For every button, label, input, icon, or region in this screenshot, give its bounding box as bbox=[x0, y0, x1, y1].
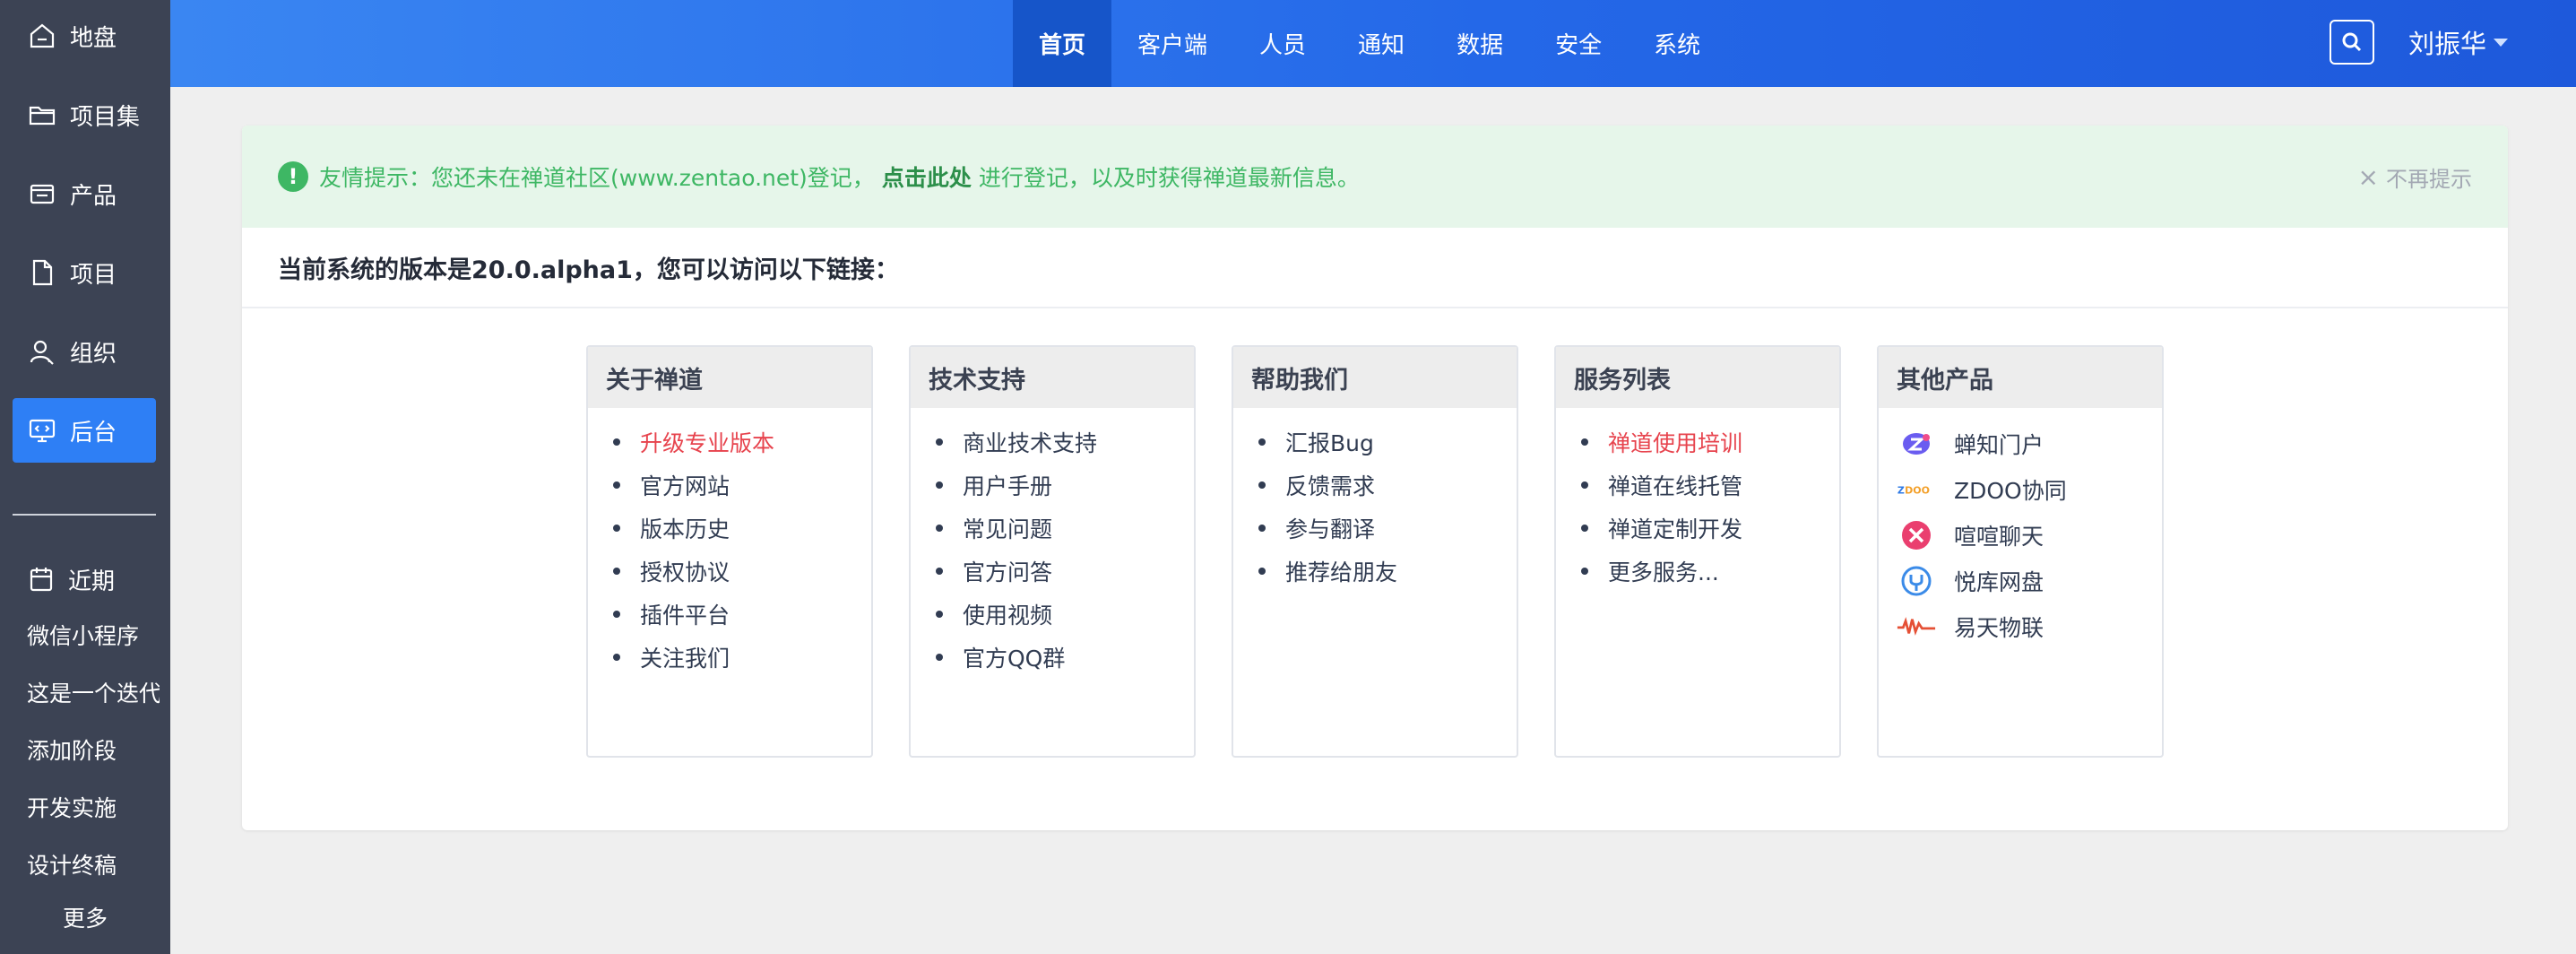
list-item[interactable]: 蝉知门户 bbox=[1897, 421, 2162, 466]
recent-icon bbox=[27, 565, 57, 595]
notice-text: 友情提示：您还未在禅道社区(www.zentao.net)登记， bbox=[319, 165, 875, 191]
sidebar-item-label: 项目 bbox=[70, 261, 117, 289]
list-item[interactable]: 常见问题 bbox=[936, 507, 1194, 550]
product-icon bbox=[27, 178, 57, 209]
list-item[interactable]: 升级专业版本 bbox=[613, 421, 871, 464]
list-item[interactable]: 关注我们 bbox=[613, 636, 871, 679]
user-menu[interactable]: 刘振华 bbox=[2408, 23, 2509, 61]
register-link[interactable]: 点击此处 bbox=[882, 160, 972, 193]
close-icon: × bbox=[2357, 161, 2379, 192]
main-panel: ! 友情提示：您还未在禅道社区(www.zentao.net)登记， 点击此处 … bbox=[242, 126, 2508, 830]
list-item[interactable]: 插件平台 bbox=[613, 593, 871, 636]
recent-item[interactable]: 设计终稿 bbox=[27, 846, 160, 904]
list-item[interactable]: 悦库网盘 bbox=[1897, 558, 2162, 603]
tab-data[interactable]: 数据 bbox=[1431, 0, 1529, 87]
version-line: 当前系统的版本是20.0.alpha1，您可以访问以下链接： bbox=[242, 228, 2508, 308]
svg-text:Z: Z bbox=[1897, 484, 1905, 496]
card-title: 技术支持 bbox=[911, 347, 1194, 408]
list-item[interactable]: 汇报Bug bbox=[1258, 421, 1517, 464]
dismiss-label: 不再提示 bbox=[2386, 166, 2472, 192]
recent-item[interactable]: 添加阶段 bbox=[27, 732, 160, 789]
zdoo-icon: Z DOO bbox=[1897, 476, 1936, 503]
sidebar-item-organization[interactable]: 组织 bbox=[13, 319, 156, 384]
list-item[interactable]: 禅道定制开发 bbox=[1581, 507, 1839, 550]
list-item[interactable]: 使用视频 bbox=[936, 593, 1194, 636]
recent-label: 近期 bbox=[68, 568, 116, 595]
folder-icon bbox=[27, 100, 57, 130]
tab-client[interactable]: 客户端 bbox=[1111, 0, 1233, 87]
sidebar-item-admin[interactable]: 后台 bbox=[13, 398, 156, 463]
list-item[interactable]: 参与翻译 bbox=[1258, 507, 1517, 550]
top-header: 首页 客户端 人员 通知 数据 安全 系统 bbox=[170, 0, 2576, 87]
dismiss-notice-button[interactable]: × 不再提示 bbox=[2358, 126, 2472, 228]
list-item[interactable]: 官方QQ群 bbox=[936, 636, 1194, 679]
search-icon bbox=[2342, 32, 2362, 52]
search-button[interactable] bbox=[2330, 20, 2374, 65]
sidebar-item-programs[interactable]: 项目集 bbox=[13, 82, 156, 147]
list-item[interactable]: 官方网站 bbox=[613, 464, 871, 507]
main-nav: 首页 客户端 人员 通知 数据 安全 系统 bbox=[1013, 0, 1726, 87]
sidebar-divider bbox=[13, 514, 156, 516]
card-help-us: 帮助我们 汇报Bug 反馈需求 参与翻译 推荐给朋友 bbox=[1232, 345, 1518, 758]
sidebar-item-label: 后台 bbox=[70, 419, 117, 447]
list-item[interactable]: 推荐给朋友 bbox=[1258, 550, 1517, 593]
user-icon bbox=[27, 336, 57, 367]
sidebar-item-projects[interactable]: 项目 bbox=[13, 240, 156, 305]
tab-people[interactable]: 人员 bbox=[1233, 0, 1332, 87]
sidebar-item-products[interactable]: 产品 bbox=[13, 161, 156, 226]
yueku-icon bbox=[1897, 566, 1936, 595]
home-icon bbox=[27, 21, 57, 51]
recent-item[interactable]: 微信小程序 bbox=[27, 617, 160, 674]
registration-notice: ! 友情提示：您还未在禅道社区(www.zentao.net)登记， 点击此处 … bbox=[242, 126, 2508, 228]
list-item[interactable]: 版本历史 bbox=[613, 507, 871, 550]
list-item[interactable]: Z DOO ZDOO协同 bbox=[1897, 466, 2162, 512]
info-icon: ! bbox=[278, 161, 308, 192]
sidebar-item-label: 项目集 bbox=[70, 103, 141, 131]
sidebar-item-label: 产品 bbox=[70, 182, 117, 210]
list-item[interactable]: 反馈需求 bbox=[1258, 464, 1517, 507]
list-item[interactable]: 更多服务... bbox=[1581, 550, 1839, 593]
list-item[interactable]: 喧喧聊天 bbox=[1897, 512, 2162, 558]
card-support: 技术支持 商业技术支持 用户手册 常见问题 官方问答 使用视频 官方QQ群 bbox=[909, 345, 1196, 758]
link-cards: 关于禅道 升级专业版本 官方网站 版本历史 授权协议 插件平台 关注我们 技术支… bbox=[586, 345, 2200, 758]
list-item[interactable]: 用户手册 bbox=[936, 464, 1194, 507]
card-title: 关于禅道 bbox=[588, 347, 871, 408]
sidebar-item-label: 组织 bbox=[70, 340, 117, 368]
tab-security[interactable]: 安全 bbox=[1529, 0, 1628, 87]
list-item[interactable]: 禅道在线托管 bbox=[1581, 464, 1839, 507]
tab-notify[interactable]: 通知 bbox=[1332, 0, 1431, 87]
card-about: 关于禅道 升级专业版本 官方网站 版本历史 授权协议 插件平台 关注我们 bbox=[586, 345, 873, 758]
yitian-icon bbox=[1897, 613, 1936, 640]
notice-text-suffix: 进行登记，以及时获得禅道最新信息。 bbox=[978, 165, 1360, 191]
tab-home[interactable]: 首页 bbox=[1013, 0, 1112, 87]
sidebar-item-dashboard[interactable]: 地盘 bbox=[13, 4, 156, 68]
chanzhi-icon bbox=[1897, 430, 1936, 457]
admin-icon bbox=[27, 415, 57, 446]
tab-system[interactable]: 系统 bbox=[1628, 0, 1726, 87]
recent-item[interactable]: 开发实施 bbox=[27, 789, 160, 846]
sidebar-more-button[interactable]: 更多 bbox=[0, 901, 170, 933]
card-title: 其他产品 bbox=[1879, 347, 2162, 408]
card-title: 服务列表 bbox=[1556, 347, 1839, 408]
list-item[interactable]: 易天物联 bbox=[1897, 603, 2162, 649]
file-icon bbox=[27, 257, 57, 288]
xuanxuan-icon bbox=[1897, 520, 1936, 550]
sidebar: 地盘 项目集 产品 项目 组织 后台 近期 微信小程序 这是一个迭代 添加阶段 … bbox=[0, 0, 170, 954]
recent-header[interactable]: 近期 bbox=[27, 563, 115, 596]
sidebar-item-label: 地盘 bbox=[70, 24, 117, 52]
chevron-down-icon bbox=[2494, 38, 2509, 47]
user-name: 刘振华 bbox=[2408, 29, 2487, 59]
card-services: 服务列表 禅道使用培训 禅道在线托管 禅道定制开发 更多服务... bbox=[1554, 345, 1841, 758]
svg-text:DOO: DOO bbox=[1905, 484, 1930, 496]
list-item[interactable]: 商业技术支持 bbox=[936, 421, 1194, 464]
list-item[interactable]: 禅道使用培训 bbox=[1581, 421, 1839, 464]
card-other-products: 其他产品 蝉知门户 Z DOO ZDOO协同 喧喧聊天 悦库网盘 易天物联 bbox=[1877, 345, 2164, 758]
card-title: 帮助我们 bbox=[1233, 347, 1517, 408]
recent-item[interactable]: 这是一个迭代 bbox=[27, 674, 160, 732]
list-item[interactable]: 授权协议 bbox=[613, 550, 871, 593]
recent-list: 微信小程序 这是一个迭代 添加阶段 开发实施 设计终稿 bbox=[27, 617, 160, 904]
list-item[interactable]: 官方问答 bbox=[936, 550, 1194, 593]
